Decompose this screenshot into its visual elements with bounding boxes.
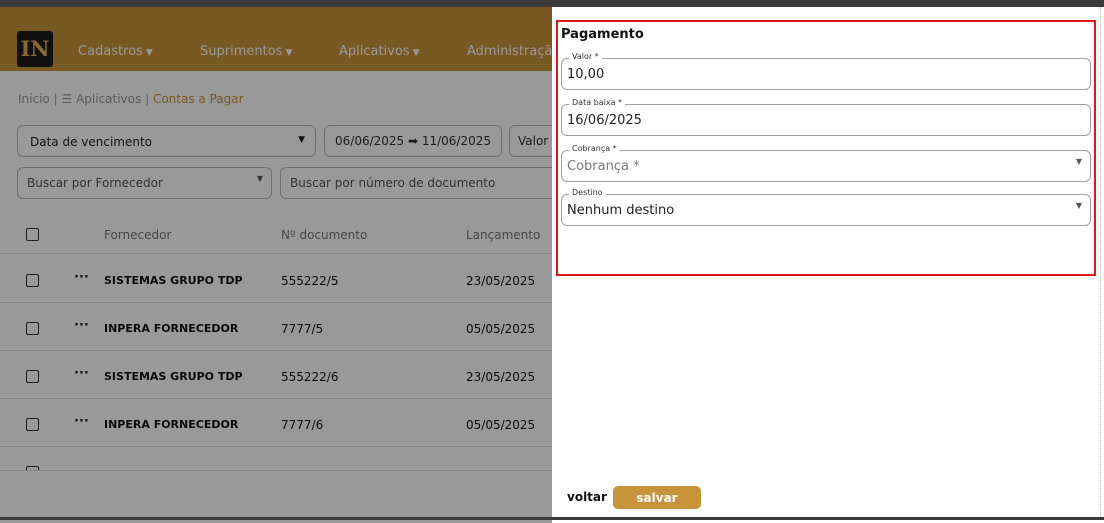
- valor-field[interactable]: Valor * 10,00: [561, 52, 1091, 90]
- panel-edge: [1100, 7, 1101, 517]
- data-baixa-field[interactable]: Data baixa * 16/06/2025: [561, 98, 1091, 136]
- destino-value: Nenhum destino: [567, 203, 675, 218]
- cobranca-placeholder: Cobrança *: [567, 159, 640, 174]
- destino-select[interactable]: Destino Nenhum destino ▼: [561, 188, 1091, 226]
- panel-title: Pagamento: [561, 27, 644, 42]
- cobranca-label: Cobrança *: [569, 144, 620, 153]
- data-baixa-label: Data baixa *: [569, 98, 626, 107]
- cobranca-select[interactable]: Cobrança * Cobrança * ▼: [561, 144, 1091, 182]
- valor-value: 10,00: [567, 67, 605, 82]
- top-strip: [0, 0, 1104, 7]
- save-button[interactable]: salvar: [613, 486, 701, 509]
- chevron-down-icon: ▼: [1075, 157, 1082, 166]
- chevron-down-icon: ▼: [1075, 201, 1082, 210]
- back-button[interactable]: voltar: [567, 490, 607, 504]
- destino-label: Destino: [569, 188, 606, 197]
- modal-backdrop[interactable]: [0, 7, 552, 523]
- data-baixa-value: 16/06/2025: [567, 113, 642, 128]
- valor-label: Valor *: [569, 52, 602, 61]
- bottom-strip: [0, 517, 1104, 520]
